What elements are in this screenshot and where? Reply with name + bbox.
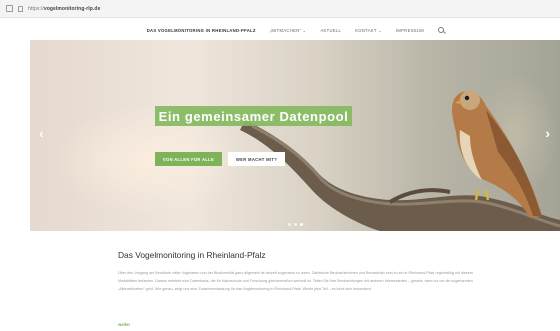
- hero-slider: Ein gemeinsamer Datenpool VON ALLEN FÜR …: [30, 40, 560, 231]
- slider-dot-3[interactable]: [300, 223, 303, 226]
- slider-dots: [288, 223, 303, 226]
- slider-dot-1[interactable]: [288, 223, 291, 226]
- nav-item-aktuell[interactable]: AKTUELL: [320, 28, 341, 33]
- von-allen-fuer-alle-button[interactable]: VON ALLEN FÜR ALLE: [155, 152, 222, 166]
- lock-icon: [18, 5, 23, 12]
- hero-title: Ein gemeinsamer Datenpool: [155, 106, 352, 126]
- nav-item-home[interactable]: DAS VOGELMONITORING IN RHEINLAND-PFALZ: [147, 28, 256, 33]
- search-icon[interactable]: [438, 27, 444, 33]
- nav-item-impressum[interactable]: IMPRESSUM: [396, 28, 424, 33]
- hero-image-kestrel: [240, 90, 560, 231]
- read-more-link[interactable]: weiter: [118, 322, 130, 327]
- slider-dot-2[interactable]: [294, 223, 297, 226]
- nav-item-mitmachen[interactable]: „MITMACHEN“ ⌄: [270, 28, 307, 33]
- main-navigation: DAS VOGELMONITORING IN RHEINLAND-PFALZ „…: [0, 23, 560, 37]
- nav-item-kontakt[interactable]: KONTAKT ⌄: [355, 28, 382, 33]
- url-text[interactable]: https://vogelmonitoring-rlp.de: [28, 6, 100, 12]
- section-paragraph: Über den Vorgang der Bestände vieler Vog…: [118, 271, 473, 292]
- section-title: Das Vogelmonitoring in Rheinland-Pfalz: [118, 250, 266, 260]
- page-icon: [6, 5, 13, 12]
- slider-next-arrow-icon[interactable]: ›: [545, 126, 550, 140]
- browser-url-bar[interactable]: https://vogelmonitoring-rlp.de: [0, 0, 560, 18]
- slider-prev-arrow-icon[interactable]: ‹: [39, 126, 44, 140]
- wer-macht-mit-button[interactable]: WER MACHT MIT?: [228, 152, 285, 166]
- intro-section: Das Vogelmonitoring in Rheinland-Pfalz Ü…: [118, 250, 478, 327]
